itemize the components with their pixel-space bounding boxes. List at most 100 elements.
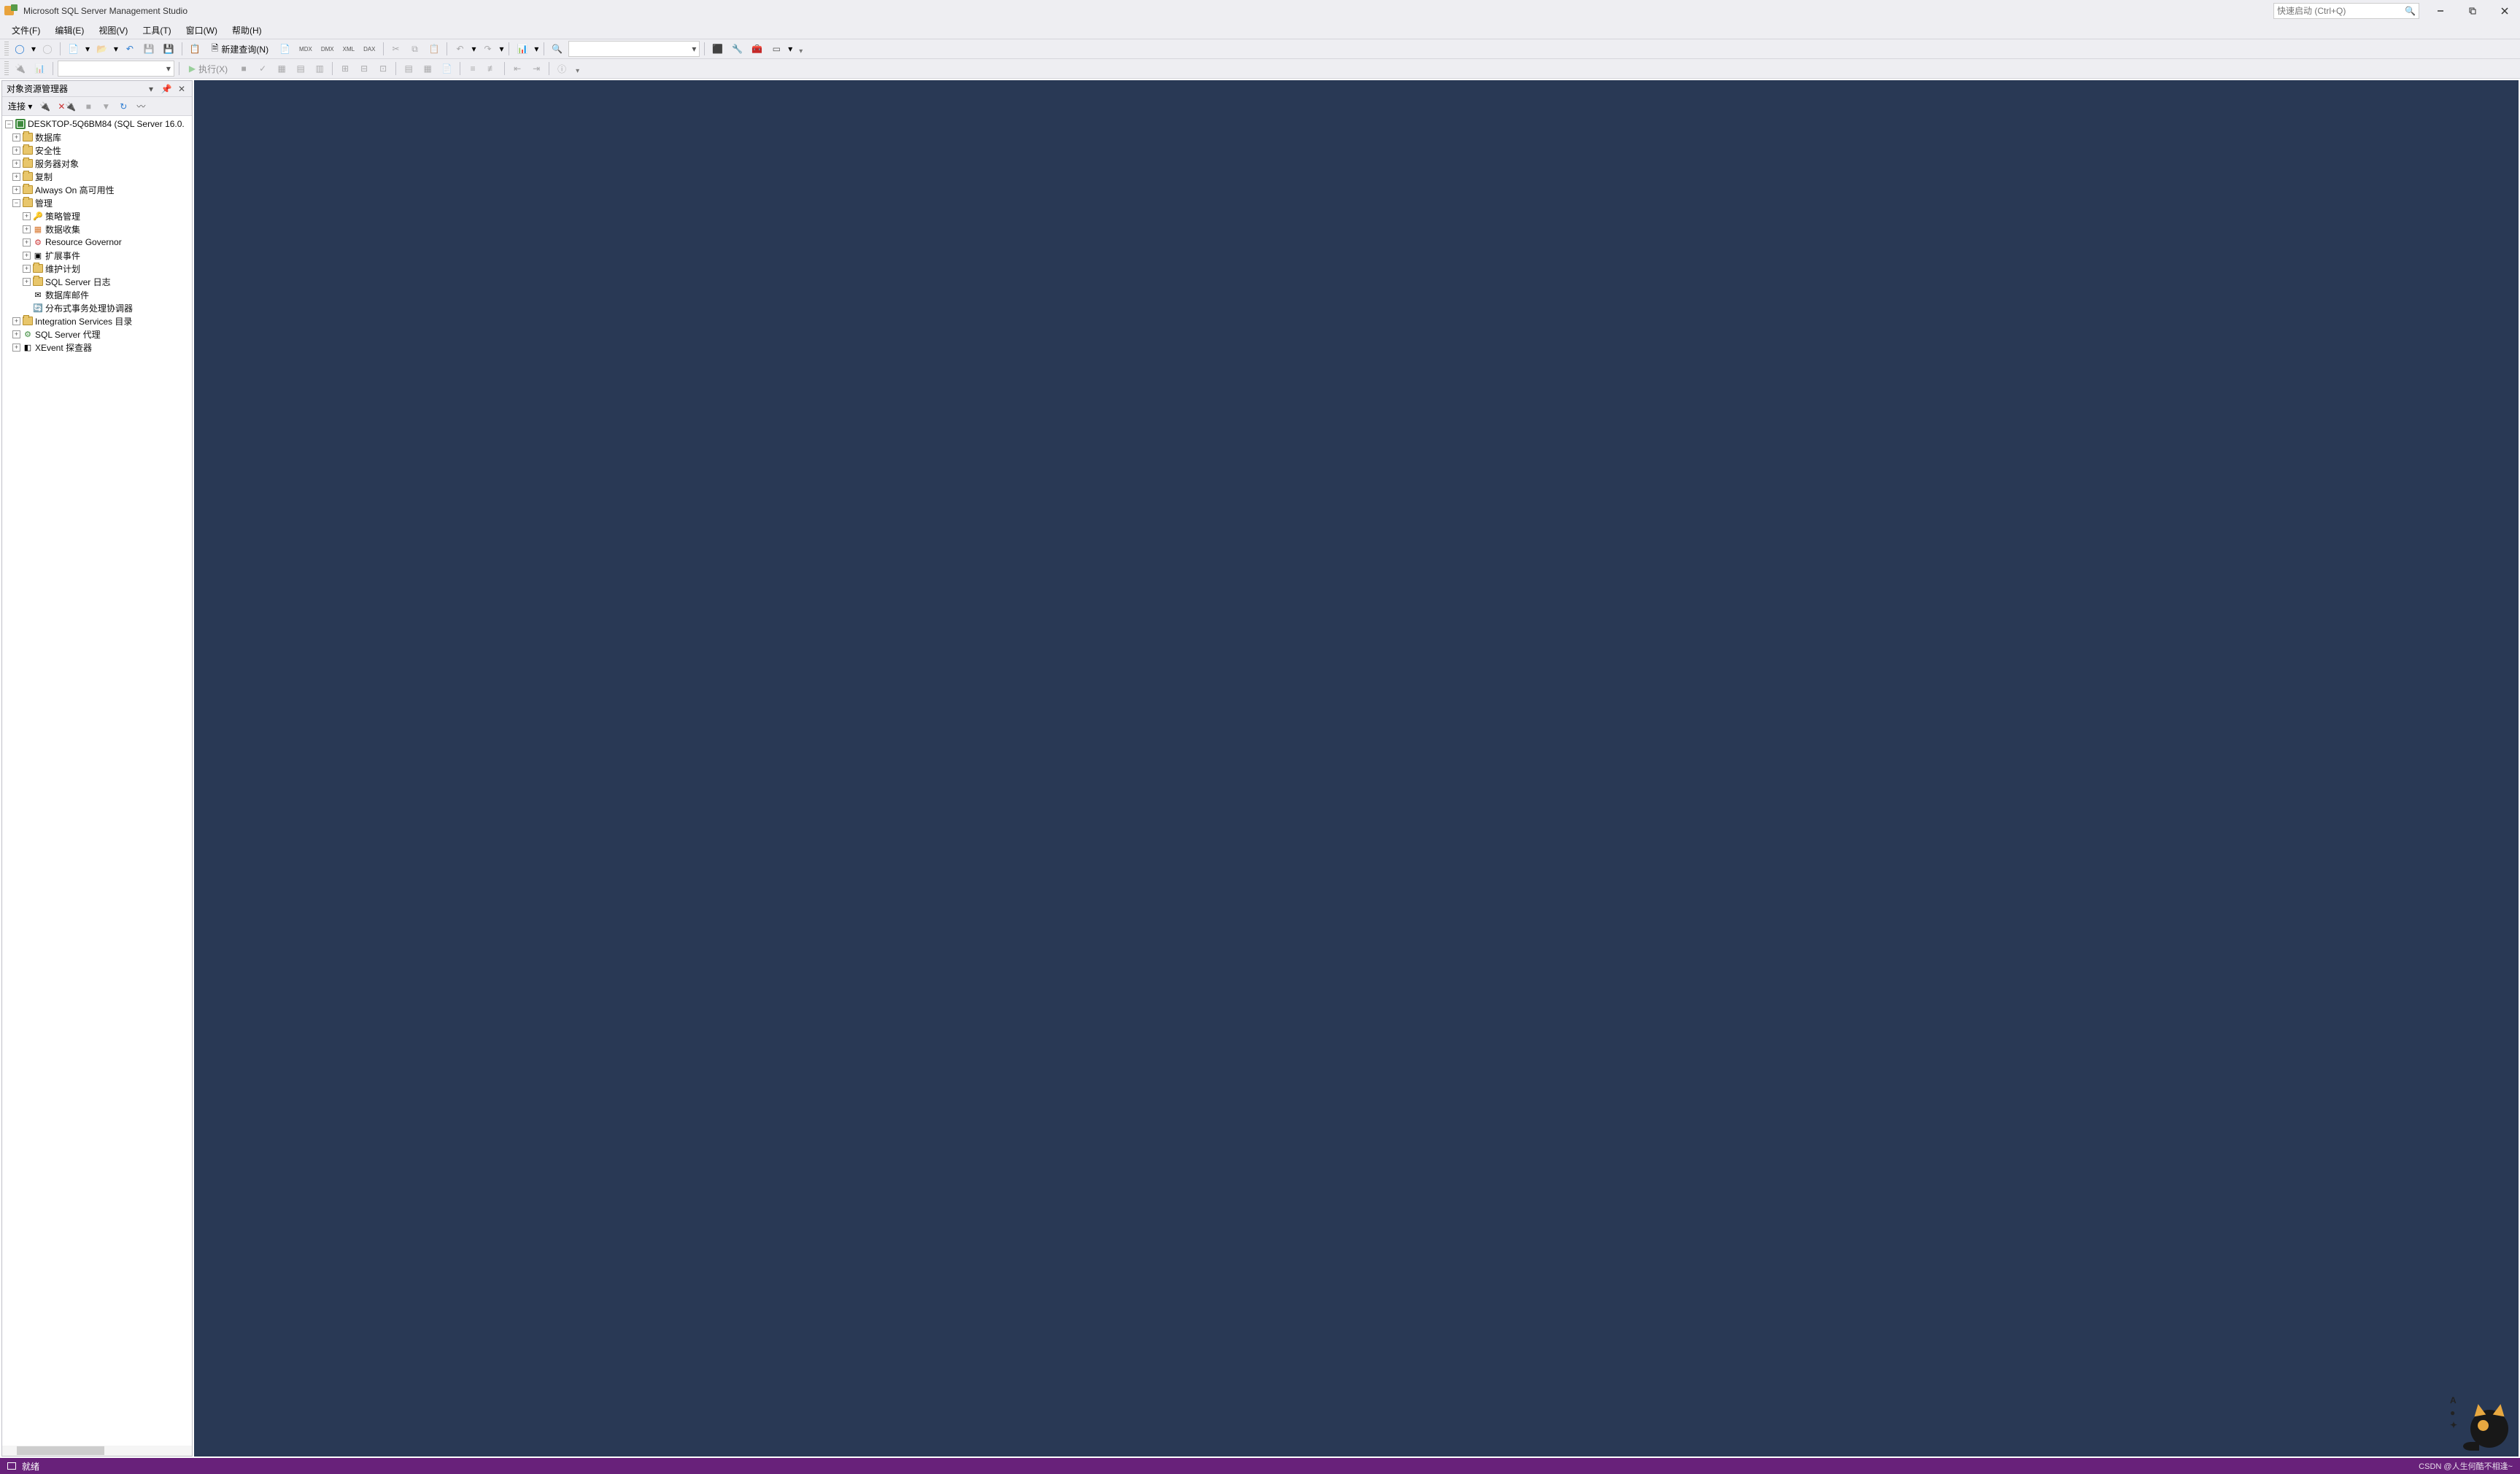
expander-icon[interactable]: + (12, 317, 20, 325)
tree-node[interactable]: +▣扩展事件 (2, 249, 192, 262)
save-button[interactable]: 💾 (141, 41, 158, 57)
tree-node[interactable]: +复制 (2, 170, 192, 183)
new-query-button[interactable]: 🗎 新建查询(N) (206, 41, 274, 57)
menu-view[interactable]: 视图(V) (91, 23, 135, 38)
results-grid-button[interactable]: ▦ (420, 61, 436, 77)
cancel-query-button[interactable]: ■ (236, 61, 252, 77)
dmx-query-button[interactable]: DMX (318, 41, 337, 57)
expander-icon[interactable]: + (12, 173, 20, 181)
execute-button[interactable]: ▶ 执行(X) (184, 61, 233, 77)
quick-launch-input[interactable] (2277, 6, 2405, 16)
increase-indent-button[interactable]: ⇥ (528, 61, 544, 77)
menu-tools[interactable]: 工具(T) (135, 23, 178, 38)
tree-node[interactable]: +⚙Resource Governor (2, 236, 192, 249)
panel-close-button[interactable]: ✕ (176, 83, 188, 95)
find-button[interactable]: 🔍 (549, 41, 565, 57)
tree-node[interactable]: +数据库 (2, 131, 192, 144)
available-db-button[interactable]: 📊 (31, 61, 48, 77)
expander-icon[interactable]: + (12, 186, 20, 194)
refresh-button[interactable]: ↻ (115, 98, 131, 115)
add-item-button[interactable]: ↶ (122, 41, 138, 57)
maximize-button[interactable] (2462, 3, 2484, 19)
display-plan-button[interactable]: ▦ (274, 61, 290, 77)
specify-values-button[interactable]: ⓘ (554, 61, 570, 77)
expander-icon[interactable]: + (12, 133, 20, 141)
toolbar-overflow[interactable]: ▾ (796, 47, 805, 57)
db-engine-query-button[interactable]: 📄 (277, 41, 293, 57)
script-button[interactable]: 📋 (187, 41, 204, 57)
expander-icon[interactable]: + (12, 160, 20, 168)
expander-icon[interactable]: − (5, 120, 13, 128)
redo-button[interactable]: ↷ (479, 41, 495, 57)
connect-ob-button[interactable]: 🔌 (36, 98, 53, 115)
expander-icon[interactable]: + (23, 265, 31, 273)
toolbox-button[interactable]: 🧰 (749, 41, 765, 57)
expander-icon[interactable]: − (12, 199, 20, 207)
cut-button[interactable]: ✂ (388, 41, 404, 57)
panel-dropdown-button[interactable]: ▾ (145, 83, 157, 95)
scrollbar-thumb[interactable] (17, 1446, 104, 1455)
object-explorer-tree[interactable]: − DESKTOP-5Q6BM84 (SQL Server 16.0. +数据库… (2, 116, 192, 1446)
activity-button[interactable]: 〰 (133, 98, 149, 115)
toolbar-grip-2[interactable] (4, 61, 9, 76)
expander-icon[interactable]: + (12, 330, 20, 338)
redo-dropdown[interactable]: ▾ (498, 41, 504, 57)
activity-monitor-dropdown[interactable]: ▾ (533, 41, 539, 57)
stop-button[interactable]: ■ (80, 98, 96, 115)
nav-back-button[interactable]: ◯ (12, 41, 28, 57)
tree-node[interactable]: +◧XEvent 探查器 (2, 341, 192, 354)
undo-button[interactable]: ↶ (452, 41, 468, 57)
tree-node[interactable]: +维护计划 (2, 262, 192, 275)
toolbar-grip[interactable] (4, 42, 9, 56)
database-combo[interactable]: ▾ (58, 61, 174, 77)
uncomment-button[interactable]: ≢ (484, 61, 500, 77)
tree-node[interactable]: +Always On 高可用性 (2, 183, 192, 196)
minimize-button[interactable] (2430, 3, 2451, 19)
new-project-dropdown[interactable]: ▾ (85, 41, 90, 57)
activity-monitor-button[interactable]: 📊 (514, 41, 530, 57)
toolbar-overflow-2[interactable]: ▾ (573, 67, 582, 77)
quick-launch-box[interactable]: 🔍 (2273, 3, 2419, 19)
expander-icon[interactable]: + (12, 344, 20, 352)
filter-button[interactable]: ▼ (98, 98, 114, 115)
menu-edit[interactable]: 编辑(E) (47, 23, 91, 38)
menu-help[interactable]: 帮助(H) (225, 23, 269, 38)
parse-button[interactable]: ✓ (255, 61, 271, 77)
disconnect-button[interactable]: ✕🔌 (55, 98, 79, 115)
tree-node[interactable]: +服务器对象 (2, 157, 192, 170)
nav-forward-button[interactable]: ◯ (39, 41, 55, 57)
mdx-query-button[interactable]: MDX (296, 41, 315, 57)
expander-icon[interactable]: + (23, 238, 31, 247)
open-file-dropdown[interactable]: ▾ (113, 41, 119, 57)
window-layout-dropdown[interactable]: ▾ (787, 41, 793, 57)
xmla-query-button[interactable]: XML (340, 41, 357, 57)
menu-file[interactable]: 文件(F) (4, 23, 47, 38)
dax-query-button[interactable]: DAX (360, 41, 378, 57)
nav-back-dropdown[interactable]: ▾ (31, 41, 36, 57)
change-connection-button[interactable]: 🔌 (12, 61, 28, 77)
decrease-indent-button[interactable]: ⇤ (509, 61, 525, 77)
expander-icon[interactable]: + (12, 147, 20, 155)
tree-root[interactable]: − DESKTOP-5Q6BM84 (SQL Server 16.0. (2, 117, 192, 131)
extension-button[interactable]: ⬛ (709, 41, 726, 57)
find-combo[interactable]: ▾ (568, 41, 700, 57)
settings-button[interactable]: 🔧 (729, 41, 746, 57)
tree-node[interactable]: +Integration Services 目录 (2, 314, 192, 327)
copy-button[interactable]: ⧉ (407, 41, 423, 57)
undo-dropdown[interactable]: ▾ (471, 41, 476, 57)
query-options-button[interactable]: ▤ (293, 61, 309, 77)
expander-icon[interactable]: + (23, 225, 31, 233)
open-file-button[interactable]: 📂 (93, 41, 110, 57)
results-file-button[interactable]: 📄 (438, 61, 455, 77)
new-project-button[interactable]: 📄 (65, 41, 82, 57)
tree-node[interactable]: +SQL Server 日志 (2, 275, 192, 288)
include-plan-button[interactable]: ⊞ (337, 61, 353, 77)
tree-node[interactable]: 🔄分布式事务处理协调器 (2, 301, 192, 314)
menu-window[interactable]: 窗口(W) (179, 23, 225, 38)
expander-icon[interactable]: + (23, 252, 31, 260)
paste-button[interactable]: 📋 (426, 41, 443, 57)
save-all-button[interactable]: 💾 (161, 41, 177, 57)
connect-button[interactable]: 连接 ▾ (5, 100, 35, 112)
tree-node[interactable]: +⚙SQL Server 代理 (2, 327, 192, 341)
expander-icon[interactable]: + (23, 278, 31, 286)
